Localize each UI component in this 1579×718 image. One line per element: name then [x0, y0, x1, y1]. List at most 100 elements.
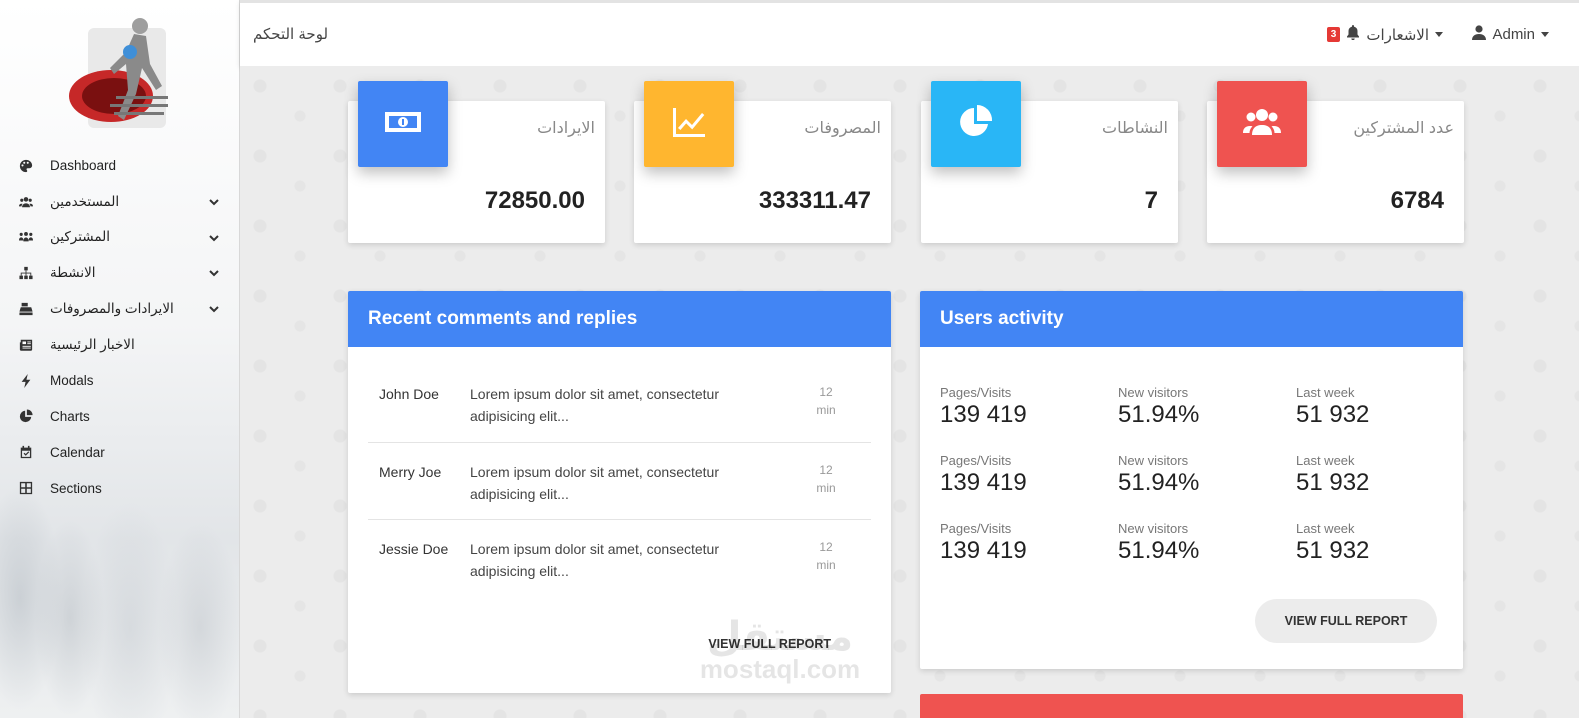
- activity-stat-value: 139 419: [940, 469, 1027, 496]
- activity-stat-label: Last week: [1296, 453, 1355, 468]
- users-icon: [18, 194, 34, 210]
- activity-stat: Last week 51 932: [1296, 385, 1456, 429]
- activity-stat-value: 51.94%: [1118, 469, 1200, 496]
- comment-time-unit: min: [816, 403, 836, 417]
- main-content: الايرادات 72850.00 المصروفات 333311.47 ا…: [240, 66, 1579, 718]
- activity-stat: Pages/Visits 139 419: [940, 521, 1100, 565]
- caret-down-icon: [1435, 32, 1443, 37]
- comment-author: Jessie Doe: [379, 541, 449, 557]
- stat-tile-expenses: [644, 81, 734, 167]
- sidebar-item-label: الايرادات والمصروفات: [50, 301, 174, 317]
- activity-stat-label: Pages/Visits: [940, 453, 1012, 468]
- comment-text: Lorem ipsum dolor sit amet, consectetur …: [470, 541, 719, 579]
- comment-time-value: 12: [819, 462, 833, 477]
- comment-time-value: 12: [819, 385, 833, 399]
- comment-time: 12 min: [811, 461, 841, 497]
- comment-time-unit: min: [816, 558, 836, 572]
- comments-list: John Doe Lorem ipsum dolor sit amet, con…: [348, 347, 891, 598]
- sidebar-item-dashboard[interactable]: Dashboard: [0, 148, 239, 184]
- stat-tile-activities: [931, 81, 1021, 167]
- comment-time: 12 min: [811, 538, 841, 574]
- comment-row[interactable]: Merry Joe Lorem ipsum dolor sit amet, co…: [368, 443, 871, 520]
- sidebar-item-charts[interactable]: Charts: [0, 399, 239, 435]
- stat-value: 72850.00: [484, 187, 585, 214]
- notifications-label: الاشعارات: [1366, 26, 1429, 44]
- notification-count-badge: 3: [1326, 27, 1341, 42]
- sidebar-item-label: Modals: [50, 373, 94, 389]
- comment-text: Lorem ipsum dolor sit amet, consectetur …: [470, 463, 719, 502]
- calendar-check-icon: [18, 444, 34, 460]
- sidebar-item-label: Sections: [50, 480, 102, 496]
- newspaper-icon: [18, 337, 34, 353]
- activity-stat-value: 51 932: [1296, 401, 1370, 428]
- activity-stat-label: New visitors: [1118, 453, 1189, 468]
- recent-comments-title: Recent comments and replies: [348, 291, 891, 347]
- money-bill-icon: [383, 102, 423, 147]
- stat-label: النشاطات: [1102, 120, 1168, 137]
- comment-time-value: 12: [819, 540, 833, 554]
- comment-author: Merry Joe: [379, 463, 442, 480]
- stat-value: 7: [1144, 187, 1158, 214]
- bolt-icon: [18, 373, 34, 389]
- sidebar-item-sections[interactable]: Sections: [0, 470, 239, 506]
- view-full-report-button[interactable]: VIEW FULL REPORT: [1255, 599, 1437, 643]
- users-activity-title: Users activity: [920, 291, 1463, 347]
- activity-stat-value: 51 932: [1296, 469, 1370, 496]
- sidebar-item-calendar[interactable]: Calendar: [0, 434, 239, 470]
- activity-stat-label: New visitors: [1118, 385, 1189, 400]
- activity-stat-label: New visitors: [1118, 521, 1189, 536]
- comment-time: 12 min: [811, 383, 841, 419]
- users-icon: [1242, 102, 1282, 147]
- stat-card-activities: النشاطات 7: [921, 81, 1178, 243]
- chevron-down-icon[interactable]: [208, 232, 220, 244]
- comment-author: John Doe: [379, 386, 439, 402]
- activity-stat-value: 139 419: [940, 537, 1027, 564]
- sitemap-icon: [18, 265, 34, 281]
- sidebar-menu: Dashboard المستخدمين المشتركين الانشطة ا…: [0, 148, 239, 506]
- activity-stat-value: 51.94%: [1118, 401, 1200, 428]
- chevron-down-icon[interactable]: [208, 267, 220, 279]
- notifications-dropdown[interactable]: 3 الاشعارات: [1326, 25, 1443, 44]
- stat-tile-revenue: [358, 81, 448, 167]
- sidebar-item-modals[interactable]: Modals: [0, 363, 239, 399]
- sidebar-item-news[interactable]: الاخبار الرئيسية: [0, 327, 239, 363]
- chevron-down-icon[interactable]: [208, 196, 220, 208]
- user-name: Admin: [1492, 26, 1535, 43]
- sidebar-item-users[interactable]: المستخدمين: [0, 184, 239, 220]
- chevron-down-icon[interactable]: [208, 303, 220, 315]
- user-dropdown[interactable]: Admin: [1472, 25, 1549, 44]
- sidebar-item-label: Dashboard: [50, 158, 117, 174]
- pie-chart-icon: [18, 408, 34, 424]
- page-title: لوحة التحكم: [253, 26, 329, 43]
- sidebar-item-subscribers[interactable]: المشتركين: [0, 220, 239, 256]
- comment-row[interactable]: Jessie Doe Lorem ipsum dolor sit amet, c…: [368, 520, 871, 598]
- stat-card-revenue: الايرادات 72850.00: [348, 81, 605, 243]
- sidebar-item-finance[interactable]: الايرادات والمصروفات: [0, 291, 239, 327]
- activity-stat: Pages/Visits 139 419: [940, 385, 1100, 429]
- pie-chart-icon: [956, 102, 996, 147]
- comment-time-unit: min: [816, 480, 836, 495]
- stat-value: 6784: [1390, 187, 1444, 214]
- activity-stat-label: Pages/Visits: [940, 521, 1012, 536]
- cash-register-icon: [18, 301, 34, 317]
- logo: [66, 16, 176, 134]
- users-group-icon: [18, 229, 34, 245]
- view-full-report-button[interactable]: VIEW FULL REPORT: [708, 637, 831, 651]
- activity-stat-value: 139 419: [940, 401, 1027, 428]
- sidebar-item-label: Calendar: [50, 444, 105, 460]
- sidebar: Dashboard المستخدمين المشتركين الانشطة ا…: [0, 0, 240, 718]
- activity-stat-label: Last week: [1296, 385, 1355, 400]
- grid-icon: [18, 480, 34, 496]
- sidebar-item-label: المشتركين: [50, 229, 111, 245]
- bell-icon: [1346, 25, 1360, 44]
- activity-stat: Last week 51 932: [1296, 453, 1456, 497]
- activity-stat-label: Last week: [1296, 521, 1355, 536]
- stat-card-expenses: المصروفات 333311.47: [634, 81, 891, 243]
- activity-stat: New visitors 51.94%: [1118, 453, 1278, 497]
- sidebar-item-label: المستخدمين: [50, 193, 120, 209]
- comment-row[interactable]: John Doe Lorem ipsum dolor sit amet, con…: [368, 365, 871, 443]
- palette-icon: [18, 158, 34, 174]
- activity-stat-value: 51 932: [1296, 537, 1370, 564]
- stat-tile-subscribers: [1217, 81, 1307, 167]
- sidebar-item-activities[interactable]: الانشطة: [0, 255, 239, 291]
